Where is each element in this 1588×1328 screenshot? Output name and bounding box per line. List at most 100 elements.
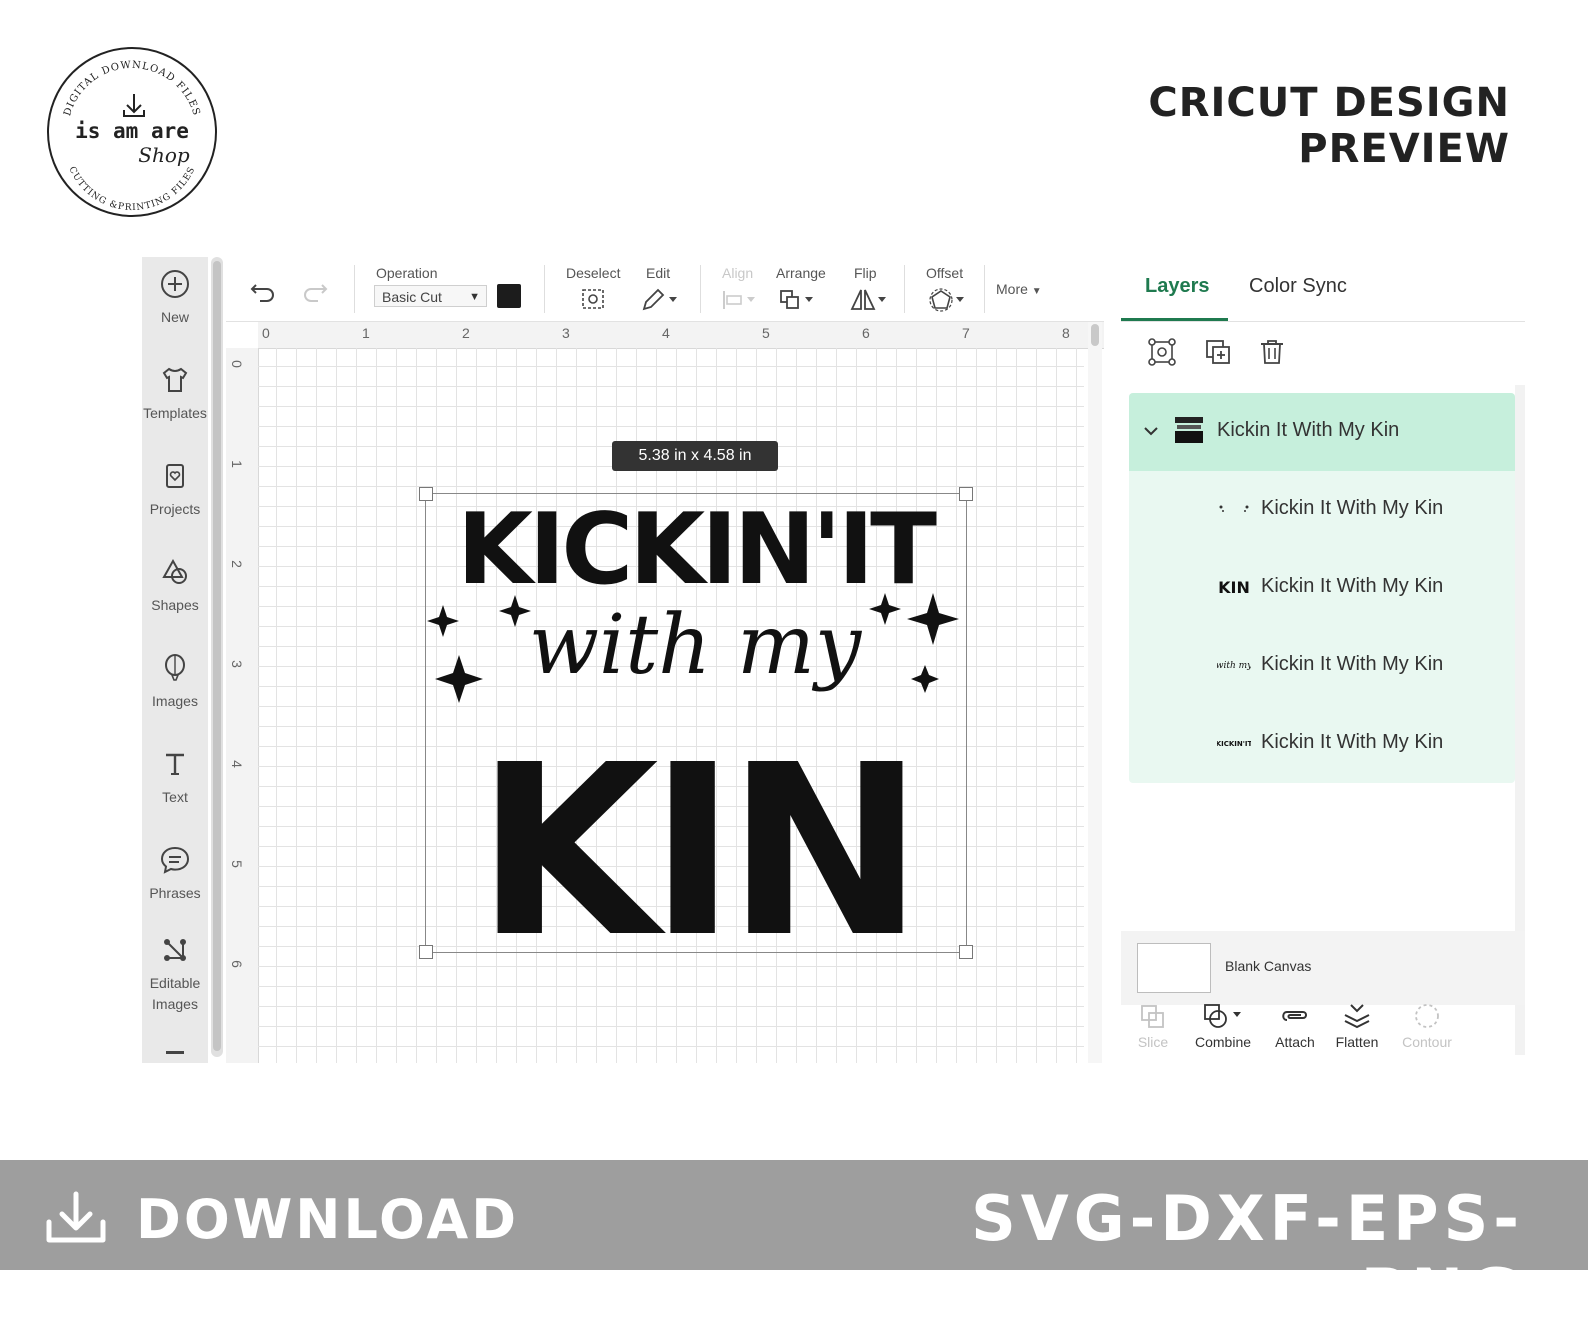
layer-row[interactable]: KICKIN'IT Kickin It With My Kin	[1129, 705, 1515, 783]
download-icon	[46, 1191, 106, 1243]
panel-tabs: Layers Color Sync	[1121, 257, 1525, 322]
resize-handle-top-right[interactable]	[959, 487, 973, 501]
duplicate-icon[interactable]	[1203, 337, 1233, 367]
ruler-tick-label: 3	[228, 660, 245, 668]
file-formats: SVG-DXF-EPS-PNG	[971, 1182, 1524, 1328]
speech-bubble-icon	[160, 846, 190, 874]
arrange-icon[interactable]	[778, 287, 818, 313]
chevron-down-icon: ▼	[1031, 286, 1042, 297]
ruler-tick-label: 1	[362, 325, 370, 341]
chevron-down-icon[interactable]	[1143, 423, 1159, 439]
sidebar-item-templates[interactable]: Templates	[142, 363, 208, 424]
shapes-icon	[162, 558, 187, 584]
toolbar-separator	[700, 265, 701, 313]
redo-icon[interactable]	[300, 277, 330, 303]
left-ruler: 0 1 2 3 4 5 6	[226, 348, 259, 1063]
layer-group-row[interactable]: Kickin It With My Kin	[1129, 393, 1515, 471]
offset-label: Offset	[926, 265, 964, 281]
sidebar-label: Editable Images	[149, 975, 201, 1012]
shop-logo: DIGITAL DOWNLOAD FILES CUTTING &PRINTING…	[47, 47, 217, 217]
layer-name: Kickin It With My Kin	[1261, 575, 1444, 597]
sidebar-more-indicator	[160, 1047, 190, 1063]
tab-color-sync[interactable]: Color Sync	[1249, 275, 1347, 298]
sidebar-scroll-thumb[interactable]	[213, 261, 221, 1051]
resize-handle-top-left[interactable]	[419, 487, 433, 501]
align-icon[interactable]	[720, 287, 760, 313]
resize-handle-bottom-right[interactable]	[959, 945, 973, 959]
sidebar-item-shapes[interactable]: Shapes	[142, 555, 208, 616]
group-thumbnail	[1175, 417, 1203, 443]
flatten-label: Flatten	[1335, 1034, 1379, 1050]
operation-select[interactable]: Basic Cut ▼	[374, 285, 487, 307]
sidebar-item-projects[interactable]: Projects	[142, 459, 208, 520]
deselect-label: Deselect	[566, 265, 621, 281]
sidebar-item-new[interactable]: New	[142, 267, 208, 328]
layer-row[interactable]: Kickin It With My Kin	[1129, 471, 1515, 549]
canvas-scrollbar[interactable]	[1088, 322, 1102, 1063]
offset-icon[interactable]	[928, 287, 968, 313]
ruler-tick-label: 4	[228, 760, 245, 768]
more-menu[interactable]: More ▼	[996, 281, 1042, 297]
sidebar-item-images[interactable]: Images	[142, 651, 208, 712]
sidebar-label: Phrases	[149, 885, 201, 901]
tab-layers[interactable]: Layers	[1145, 275, 1210, 298]
blank-canvas-row[interactable]: Blank Canvas	[1121, 931, 1525, 1005]
slice-button[interactable]: Slice	[1129, 1002, 1177, 1050]
top-toolbar: Operation Basic Cut ▼ Deselect Edit Align…	[226, 257, 1104, 322]
sidebar-item-editable-images[interactable]: Editable Images	[142, 933, 208, 1015]
edit-pencil-icon[interactable]	[640, 287, 680, 313]
ruler-tick-label: 2	[228, 560, 245, 568]
layers-panel: Layers Color Sync Kickin It With My Kin …	[1121, 257, 1525, 1063]
logo-brand: is am are	[75, 119, 189, 143]
sidebar-label: Images	[152, 693, 198, 709]
layer-name: Kickin It With My Kin	[1261, 497, 1444, 519]
group-icon[interactable]	[1147, 337, 1177, 367]
toolbar-separator	[904, 265, 905, 313]
sidebar-item-text[interactable]: Text	[142, 747, 208, 808]
kickin-it-thumb-text: KICKIN'IT	[1217, 740, 1251, 748]
operation-color-swatch[interactable]	[497, 284, 521, 308]
left-sidebar: New Templates Projects Shapes Images Tex…	[142, 257, 208, 1063]
layer-group-name: Kickin It With My Kin	[1217, 419, 1400, 441]
layer-name: Kickin It With My Kin	[1261, 731, 1444, 753]
contour-icon	[1415, 1004, 1439, 1028]
layer-row[interactable]: with my Kickin It With My Kin	[1129, 627, 1515, 705]
operation-value: Basic Cut	[382, 289, 442, 305]
attach-button[interactable]: Attach	[1265, 1002, 1325, 1050]
undo-icon[interactable]	[248, 277, 278, 303]
sidebar-item-phrases[interactable]: Phrases	[142, 843, 208, 904]
ruler-tick-label: 2	[462, 325, 470, 341]
toolbar-separator	[354, 265, 355, 313]
toolbar-separator	[544, 265, 545, 313]
ruler-tick-label: 5	[228, 860, 245, 868]
flip-icon[interactable]	[850, 287, 890, 313]
ruler-tick-label: 4	[662, 325, 670, 341]
combine-button[interactable]: Combine	[1183, 1002, 1263, 1050]
download-label: DOWNLOAD	[136, 1188, 520, 1251]
ruler-tick-label: 0	[228, 360, 245, 368]
flatten-button[interactable]: Flatten	[1325, 1002, 1389, 1050]
footer-banner: DOWNLOAD SVG-DXF-EPS-PNG	[0, 1160, 1588, 1328]
kin-thumb-text: KIN	[1218, 578, 1250, 597]
attach-label: Attach	[1275, 1034, 1315, 1050]
selection-box[interactable]	[419, 487, 973, 959]
deselect-icon[interactable]	[580, 287, 608, 313]
arrange-label: Arrange	[776, 265, 826, 281]
sidebar-scrollbar[interactable]	[211, 257, 223, 1057]
top-ruler: 0 1 2 3 4 5 6 7 8	[258, 322, 1104, 349]
layer-row[interactable]: KIN Kickin It With My Kin	[1129, 549, 1515, 627]
plus-circle-icon	[161, 270, 189, 298]
align-label: Align	[722, 265, 754, 281]
size-badge: 5.38 in x 4.58 in	[612, 441, 778, 471]
sidebar-label: New	[160, 309, 189, 325]
trash-icon[interactable]	[1257, 337, 1287, 367]
blank-canvas-swatch[interactable]	[1137, 943, 1211, 993]
sparkles-thumbnail	[1219, 505, 1249, 512]
sidebar-label: Text	[162, 789, 188, 805]
contour-button[interactable]: Contour	[1393, 1002, 1461, 1050]
canvas-scroll-thumb[interactable]	[1091, 324, 1099, 346]
kin-thumbnail: KIN	[1218, 578, 1250, 597]
resize-handle-bottom-left[interactable]	[419, 945, 433, 959]
with-my-thumb-text: with my	[1217, 661, 1251, 671]
sidebar-label: Templates	[143, 405, 207, 421]
